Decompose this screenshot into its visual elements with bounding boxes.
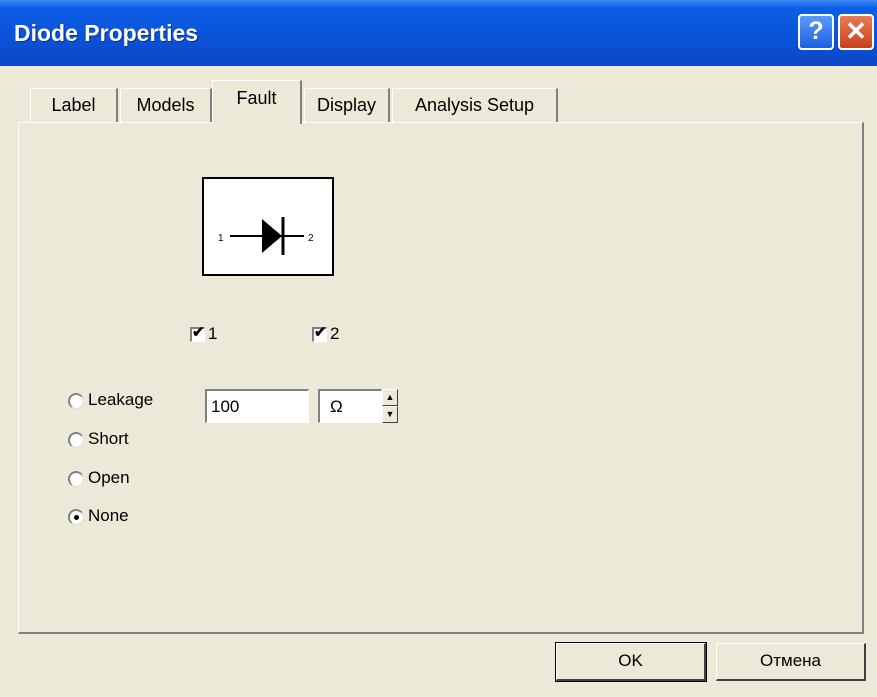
help-button[interactable]: ? bbox=[798, 14, 834, 50]
tab-analysis-setup[interactable]: Analysis Setup bbox=[392, 88, 558, 122]
unit-spinner[interactable]: ▲ ▼ bbox=[382, 389, 398, 423]
radio-short-label: Short bbox=[88, 429, 129, 448]
title-bar[interactable]: Diode Properties ? ✕ bbox=[0, 0, 877, 66]
radio-none[interactable] bbox=[68, 509, 84, 525]
pin2-checkbox[interactable]: ✔ bbox=[312, 324, 327, 342]
fault-tab-panel bbox=[18, 122, 864, 634]
cancel-button[interactable]: Отмена bbox=[716, 643, 866, 681]
diode-icon: 1 2 bbox=[218, 217, 314, 255]
diode-symbol-box: 1 2 bbox=[202, 177, 334, 276]
leakage-value-input[interactable]: 100 bbox=[205, 389, 309, 423]
radio-leakage-label: Leakage bbox=[88, 390, 154, 409]
radio-none-label: None bbox=[88, 506, 129, 525]
check-icon: ✔ bbox=[192, 324, 205, 341]
radio-open-label: Open bbox=[88, 468, 130, 487]
check-icon: ✔ bbox=[314, 324, 327, 341]
tab-label[interactable]: Label bbox=[30, 88, 118, 122]
radio-selected-dot bbox=[74, 515, 79, 520]
dialog-window: Diode Properties ? ✕ Label Models Fault … bbox=[0, 0, 877, 697]
tab-models[interactable]: Models bbox=[120, 88, 212, 122]
pin2-label: 2 bbox=[330, 324, 340, 343]
tab-fault[interactable]: Fault bbox=[212, 80, 302, 124]
radio-open[interactable] bbox=[68, 471, 84, 487]
spin-up-icon[interactable]: ▲ bbox=[382, 389, 398, 406]
spin-down-icon[interactable]: ▼ bbox=[382, 406, 398, 423]
close-button[interactable]: ✕ bbox=[838, 14, 874, 50]
window-title: Diode Properties bbox=[14, 20, 199, 46]
radio-leakage[interactable] bbox=[68, 393, 84, 409]
pin1-label: 1 bbox=[208, 324, 218, 343]
tab-display[interactable]: Display bbox=[304, 88, 390, 122]
diode-pin1-label: 1 bbox=[218, 233, 224, 244]
leakage-unit-field[interactable]: Ω bbox=[318, 389, 382, 423]
diode-pin2-label: 2 bbox=[308, 233, 314, 244]
pin1-checkbox[interactable]: ✔ bbox=[190, 324, 205, 342]
ok-button[interactable]: OK bbox=[555, 642, 707, 682]
radio-short[interactable] bbox=[68, 432, 84, 448]
